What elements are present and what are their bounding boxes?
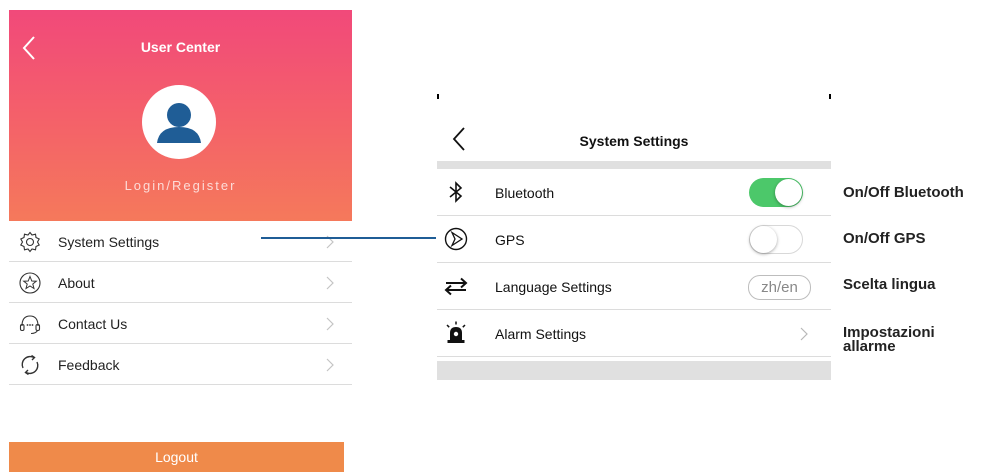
toggle-knob [775, 179, 802, 206]
page-title: System Settings [579, 133, 689, 149]
bottom-separator [437, 361, 831, 380]
menu-item-feedback[interactable]: Feedback [9, 344, 352, 385]
annotation-alarm-line2: allarme [843, 338, 896, 355]
chevron-right-icon [326, 276, 334, 290]
bluetooth-icon [449, 181, 463, 203]
star-icon [19, 272, 41, 294]
gps-icon [444, 227, 468, 251]
refresh-icon [21, 354, 39, 376]
menu-item-label: Contact Us [58, 316, 128, 332]
menu-item-contact-us[interactable]: Contact Us [9, 303, 352, 344]
swap-arrows-icon [444, 277, 468, 296]
crop-mark [829, 94, 831, 99]
crop-mark [437, 94, 439, 99]
menu-item-label: Feedback [58, 357, 120, 373]
chevron-right-icon [326, 317, 334, 331]
annotation-language: Scelta lingua [843, 276, 936, 293]
user-center-menu: System Settings About Contact Us Feedbac… [9, 221, 352, 385]
setting-row-bluetooth: Bluetooth [437, 169, 831, 216]
headset-icon [19, 315, 41, 335]
menu-item-system-settings[interactable]: System Settings [9, 221, 352, 262]
menu-item-label: System Settings [58, 234, 160, 250]
section-separator [437, 161, 831, 169]
setting-row-alarm[interactable]: Alarm Settings [437, 310, 831, 357]
avatar[interactable] [142, 85, 216, 159]
user-center-header: User Center Login/Register [9, 10, 352, 221]
menu-item-label: About [58, 275, 95, 291]
menu-item-about[interactable]: About [9, 262, 352, 303]
chevron-right-icon [326, 358, 334, 372]
alarm-siren-icon [446, 321, 466, 343]
setting-row-language: Language Settings zh/en [437, 263, 831, 310]
connector-line [261, 237, 436, 239]
bluetooth-toggle[interactable] [749, 178, 803, 207]
toggle-knob [750, 226, 777, 253]
system-settings-screen: System Settings Bluetooth GPS Language S… [437, 94, 831, 380]
chevron-right-icon [800, 327, 808, 341]
setting-label: Bluetooth [495, 185, 555, 201]
setting-label: Language Settings [495, 279, 612, 295]
setting-row-gps: GPS [437, 216, 831, 263]
language-selector[interactable]: zh/en [748, 275, 811, 300]
gps-toggle[interactable] [749, 225, 803, 254]
setting-label: Alarm Settings [495, 326, 587, 342]
user-icon [157, 103, 201, 143]
setting-label: GPS [495, 232, 525, 248]
annotation-bluetooth: On/Off Bluetooth [843, 184, 964, 201]
settings-list: Bluetooth GPS Language Settings zh/en Al… [437, 169, 831, 357]
logout-button[interactable]: Logout [9, 442, 344, 472]
page-title: User Center [140, 39, 221, 55]
annotation-gps: On/Off GPS [843, 230, 926, 247]
user-center-screen: User Center Login/Register System Settin… [9, 10, 352, 472]
gear-icon [20, 231, 40, 253]
login-register-link[interactable]: Login/Register [9, 178, 352, 193]
